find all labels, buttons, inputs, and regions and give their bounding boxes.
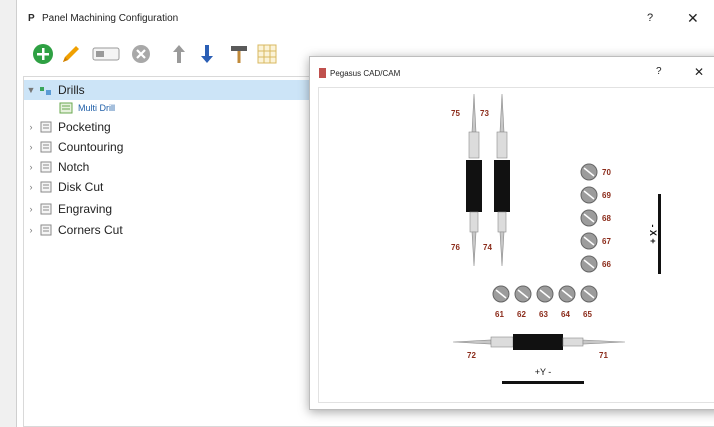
tree-item-label: Countouring [58,140,124,154]
add-icon [33,44,53,64]
tree-item-label: Disk Cut [58,180,104,194]
tool-label-72: 72 [467,351,476,360]
tree-item-label: Corners Cut [58,223,123,237]
window-title: Panel Machining Configuration [42,13,179,24]
title-bar: P Panel Machining Configuration ? ✕ [17,0,714,34]
help-button[interactable]: ? [647,12,653,24]
spindle-label-65: 65 [583,310,592,319]
spindle-label-67: 67 [602,237,611,246]
y-axis-bar [502,381,584,384]
folder-icon [38,141,54,153]
drill-group-icon [38,84,54,96]
spindle-65[interactable] [580,285,598,303]
spindle-label-66: 66 [602,260,611,269]
drill-head-diagram: 75 73 76 74 70 69 68 67 66 61 62 63 64 6… [451,93,661,384]
pencil-icon [63,46,79,62]
toggle-button[interactable] [91,42,121,66]
tool-label-71: 71 [599,351,608,360]
spindle-66[interactable] [580,255,598,273]
pegasus-app-icon [319,68,326,78]
dialog-close-button[interactable]: ✕ [694,65,704,79]
vertical-tool-2[interactable] [494,93,510,267]
delete-button[interactable] [129,42,153,66]
folder-icon [38,121,54,133]
chevron-right-icon[interactable]: › [24,225,38,235]
folder-icon [38,161,54,173]
move-up-button[interactable] [167,42,191,66]
drill-head-canvas: 75 73 76 74 70 69 68 67 66 61 62 63 64 6… [318,87,714,403]
tool-label-76: 76 [451,243,460,252]
multi-drill-icon [58,102,74,114]
delete-icon [132,45,150,63]
spindle-label-68: 68 [602,214,611,223]
move-down-button[interactable] [195,42,219,66]
dialog-help-button[interactable]: ? [656,66,662,77]
tool-label-74: 74 [483,243,492,252]
cad-preview-dialog: Pegasus CAD/CAM ? ✕ 75 73 76 74 70 69 68… [309,56,714,410]
spindle-label-69: 69 [602,191,611,200]
tool-label-75: 75 [451,109,460,118]
spindle-label-62: 62 [517,310,526,319]
tree-item-disk-cut[interactable]: › Disk Cut [24,177,104,197]
vertical-tool-1[interactable] [466,93,482,267]
arrow-down-icon [201,45,213,63]
chevron-right-icon[interactable]: › [24,122,38,132]
close-button[interactable]: ✕ [687,10,699,27]
tree-item-countouring[interactable]: › Countouring [24,137,124,157]
spindle-label-70: 70 [602,168,611,177]
folder-icon [38,224,54,236]
chevron-down-icon[interactable]: ▼ [24,85,38,95]
chevron-right-icon[interactable]: › [24,162,38,172]
tree-item-label: Pocketing [58,120,111,134]
folder-icon [38,203,54,215]
add-button[interactable] [31,42,55,66]
spindle-63[interactable] [536,285,554,303]
tool-button[interactable] [227,42,251,66]
main-window: P Panel Machining Configuration ? ✕ ▼ Dr… [16,0,714,427]
x-axis-label: - X + [648,224,658,243]
spindle-label-61: 61 [495,310,504,319]
horizontal-tool[interactable] [452,334,626,350]
spindle-label-63: 63 [539,310,548,319]
y-axis-label: +Y - [535,367,552,377]
tree-item-corners-cut[interactable]: › Corners Cut [24,220,123,240]
arrow-up-icon [173,45,185,63]
spindle-64[interactable] [558,285,576,303]
tree-item-label: Drills [58,83,85,97]
tree-item-label: Multi Drill [78,103,115,113]
tree-item-label: Notch [58,160,90,174]
tree-item-label: Engraving [58,202,113,216]
spindle-69[interactable] [580,186,598,204]
tool-label-73: 73 [480,109,489,118]
hammer-icon [231,46,247,63]
spindle-62[interactable] [514,285,532,303]
edit-button[interactable] [59,42,83,66]
spindle-70[interactable] [580,163,598,181]
spindle-68[interactable] [580,209,598,227]
tree-item-notch[interactable]: › Notch [24,157,90,177]
toggle-icon [92,47,120,61]
dialog-title: Pegasus CAD/CAM [330,69,401,78]
grid-button[interactable] [255,42,279,66]
chevron-right-icon[interactable]: › [24,204,38,214]
tree-item-pocketing[interactable]: › Pocketing [24,117,111,137]
app-icon: P [28,13,35,24]
spindle-label-64: 64 [561,310,570,319]
grid-icon [257,44,277,64]
spindle-61[interactable] [492,285,510,303]
spindle-67[interactable] [580,232,598,250]
tree-item-multi-drill[interactable]: Multi Drill [58,98,115,118]
chevron-right-icon[interactable]: › [24,142,38,152]
folder-icon [38,181,54,193]
chevron-right-icon[interactable]: › [24,182,38,192]
tree-item-engraving[interactable]: › Engraving [24,199,113,219]
